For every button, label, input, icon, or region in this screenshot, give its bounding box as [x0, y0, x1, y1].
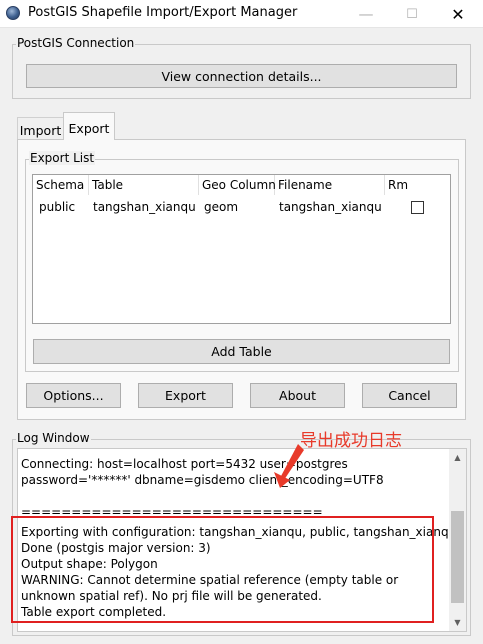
export-button[interactable]: Export: [138, 383, 233, 408]
column-header-geo-column[interactable]: Geo Column: [199, 175, 276, 195]
tab-export[interactable]: Export: [63, 112, 115, 140]
remove-checkbox[interactable]: [411, 201, 424, 214]
log-line: WARNING: Cannot determine spatial refere…: [21, 573, 399, 587]
table-row[interactable]: public tangshan_xianqu geom tangshan_xia…: [33, 197, 450, 217]
annotation-label: 导出成功日志: [300, 431, 402, 451]
log-line: ==============================: [21, 505, 323, 519]
log-line: unknown spatial ref). No prj file will b…: [21, 589, 322, 603]
add-table-button[interactable]: Add Table: [33, 339, 450, 364]
maximize-icon[interactable]: ☐: [389, 0, 435, 28]
scroll-down-arrow-icon[interactable]: ▼: [449, 614, 466, 631]
log-window-group-label: Log Window: [16, 431, 91, 445]
log-scrollbar[interactable]: ▲ ▼: [449, 449, 466, 631]
postgis-app-icon: [6, 6, 20, 20]
column-header-schema[interactable]: Schema: [33, 175, 89, 195]
export-table-list[interactable]: Schema Table Geo Column Filename Rm publ…: [32, 174, 451, 324]
view-connection-details-button[interactable]: View connection details...: [26, 64, 457, 88]
minimize-icon[interactable]: —: [343, 0, 389, 28]
about-button[interactable]: About: [250, 383, 345, 408]
window-title: PostGIS Shapefile Import/Export Manager: [28, 5, 298, 20]
column-header-table[interactable]: Table: [89, 175, 199, 195]
column-header-rm[interactable]: Rm: [385, 175, 452, 195]
cancel-button[interactable]: Cancel: [362, 383, 457, 408]
column-header-filename[interactable]: Filename: [275, 175, 385, 195]
list-header: Schema Table Geo Column Filename Rm: [33, 175, 450, 195]
cell-schema: public: [39, 200, 76, 214]
log-line: Done (postgis major version: 3): [21, 541, 211, 555]
log-line: Table export completed.: [21, 605, 167, 619]
log-line: Exporting with configuration: tangshan_x…: [21, 525, 457, 539]
close-icon[interactable]: ✕: [435, 0, 481, 28]
scroll-thumb[interactable]: [451, 511, 464, 603]
cell-geo-column: geom: [204, 200, 239, 214]
title-bar[interactable]: PostGIS Shapefile Import/Export Manager …: [0, 0, 483, 28]
options-button[interactable]: Options...: [26, 383, 121, 408]
connection-group-label: PostGIS Connection: [16, 36, 136, 50]
cell-table: tangshan_xianqu: [93, 200, 196, 214]
log-line: Output shape: Polygon: [21, 557, 158, 571]
tab-import[interactable]: Import: [17, 117, 64, 139]
log-text-area[interactable]: Connecting: host=localhost port=5432 use…: [17, 448, 467, 632]
scroll-up-arrow-icon[interactable]: ▲: [449, 449, 466, 466]
log-line: password='******' dbname=gisdemo client_…: [21, 473, 384, 487]
cell-filename: tangshan_xianqu: [279, 200, 382, 214]
export-list-group-label: Export List: [29, 151, 96, 165]
